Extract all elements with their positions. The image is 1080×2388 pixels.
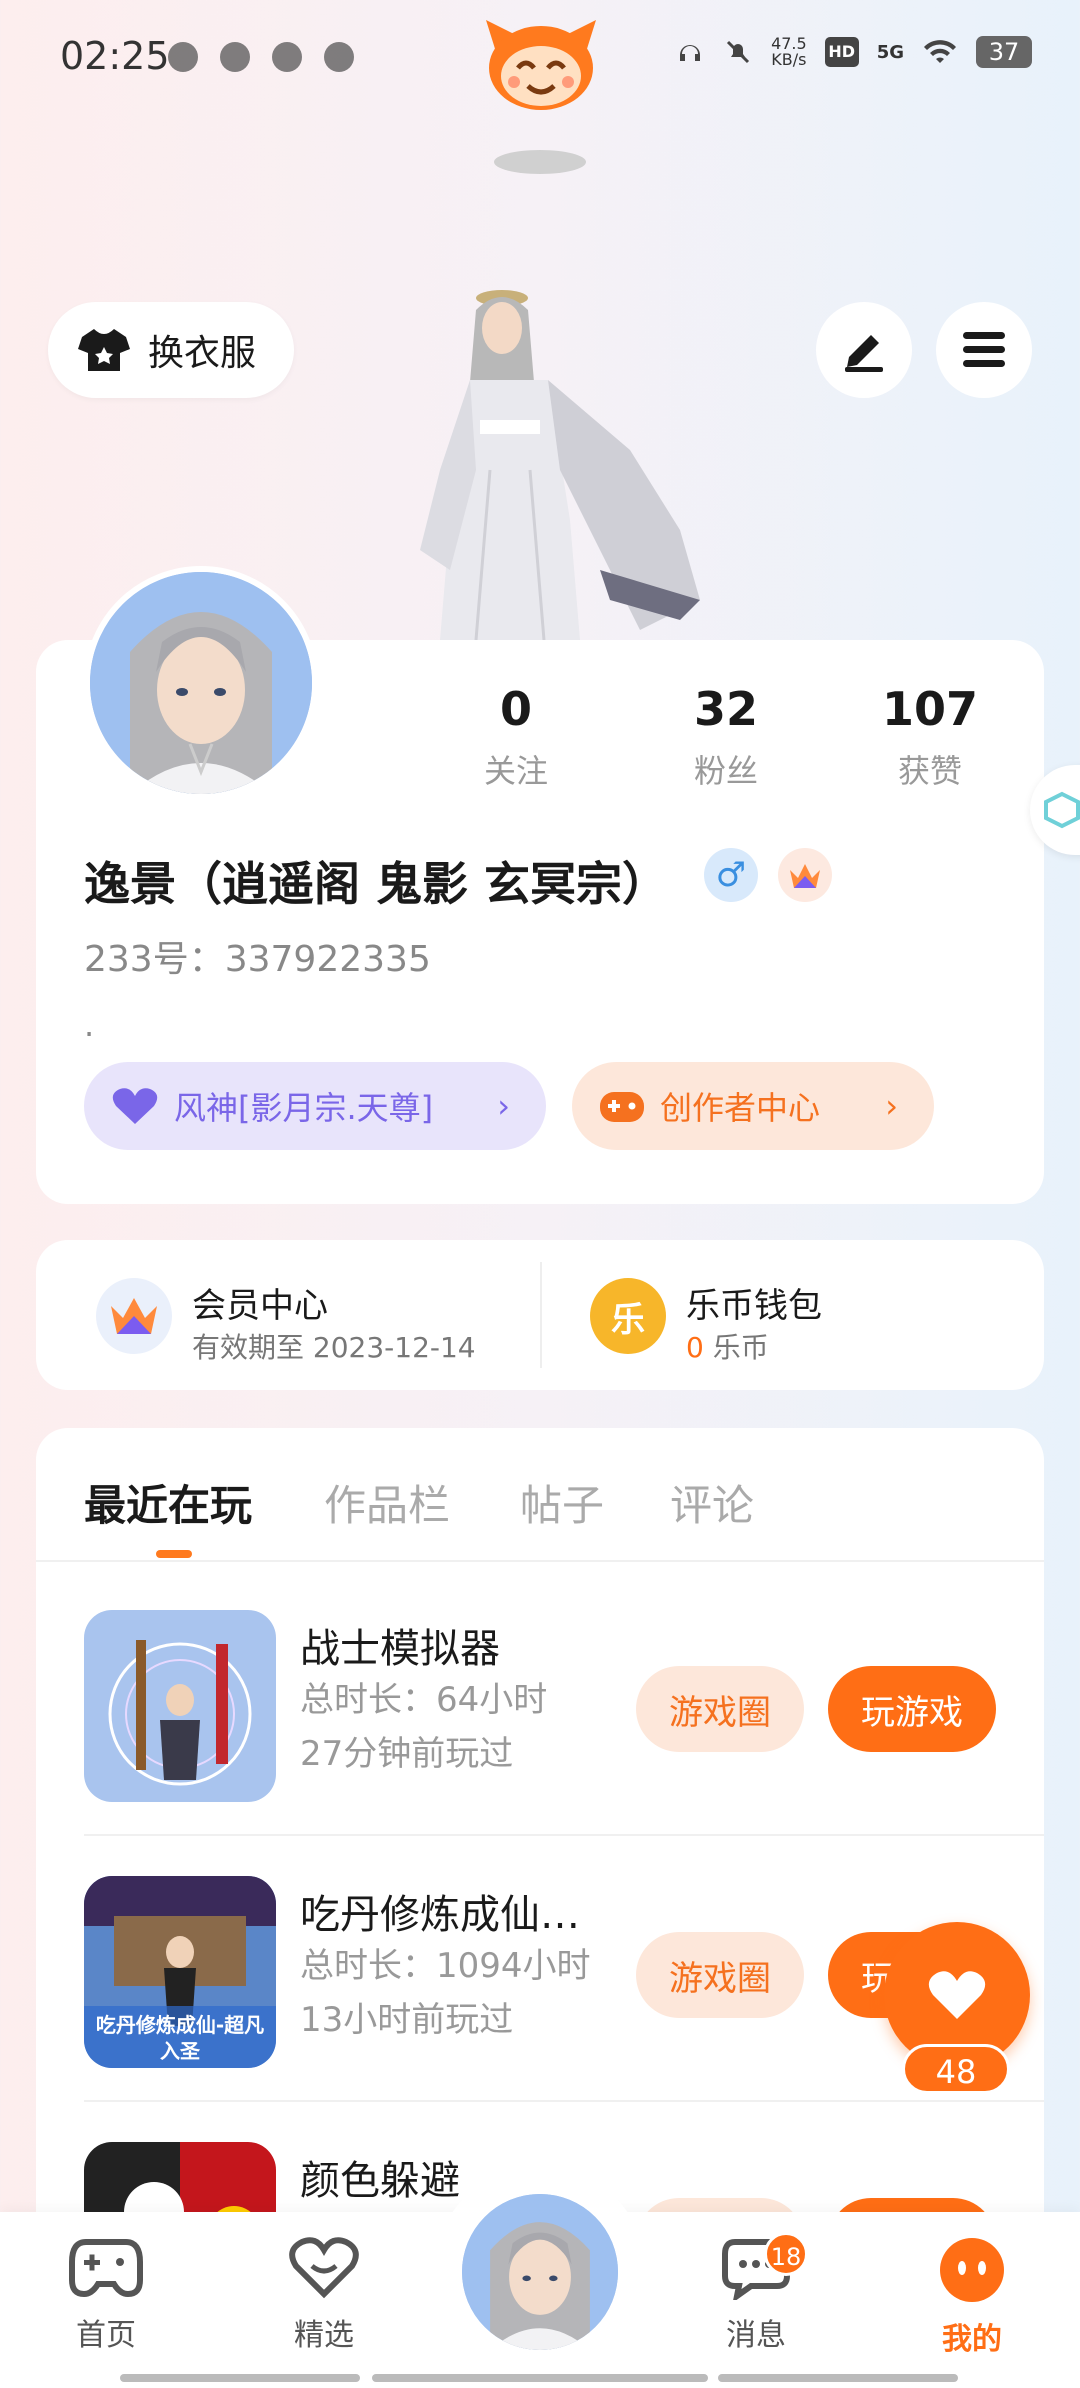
- sect-title-label: 风神[影月宗.天尊]: [174, 1089, 434, 1127]
- vip-center-icon[interactable]: [96, 1278, 172, 1354]
- nav-featured-label: 精选: [294, 2318, 354, 2353]
- creator-center-label: 创作者中心: [660, 1089, 821, 1127]
- member-divider: [540, 1262, 542, 1368]
- message-count-badge: 18: [764, 2232, 808, 2276]
- app-notification-icon: [272, 42, 302, 72]
- like-count: 48: [902, 2044, 1010, 2094]
- cube-icon: [1044, 791, 1080, 829]
- pen-icon: [845, 335, 883, 372]
- coin-icon[interactable]: 乐: [590, 1278, 666, 1354]
- gesture-bar-left: [120, 2374, 360, 2382]
- battery-icon: 37: [976, 36, 1032, 68]
- stat-following-value: 0: [499, 682, 532, 736]
- status-system-icons: 47.5 KB/s HD 5G 37: [675, 36, 1032, 68]
- menu-button[interactable]: [936, 302, 1032, 398]
- wallet-title[interactable]: 乐币钱包: [686, 1278, 822, 1327]
- nav-home[interactable]: 首页: [36, 2236, 176, 2354]
- nav-avatar-image: [462, 2194, 618, 2350]
- hd-icon: HD: [824, 37, 859, 67]
- signal-icon: 5G: [876, 41, 904, 63]
- status-notification-icons: [168, 42, 354, 72]
- profile-avatar[interactable]: [84, 566, 318, 800]
- stat-followers[interactable]: 32 粉丝: [646, 682, 806, 792]
- nav-me[interactable]: 我的: [902, 2236, 1042, 2358]
- mascot-face-icon: [940, 2238, 1004, 2302]
- play-game-button[interactable]: 玩游戏: [828, 1666, 996, 1752]
- tab-works[interactable]: 作品栏: [324, 1472, 450, 1533]
- tshirt-icon: [78, 329, 130, 371]
- game-thumbnail[interactable]: 吃丹修炼成仙-超凡入圣: [84, 1876, 276, 2068]
- vip-expiry: 有效期至 2023-12-14: [192, 1331, 476, 1364]
- stat-likes-value: 107: [881, 682, 979, 736]
- male-gender-icon: ♂: [704, 848, 758, 902]
- gamepad-icon: [600, 1092, 644, 1122]
- game-last-played: 13小时前玩过: [300, 2000, 514, 2040]
- change-outfit-button[interactable]: 换衣服: [48, 302, 294, 398]
- accessibility-icon: [220, 42, 250, 72]
- character-avatar-3d[interactable]: [380, 270, 720, 640]
- game-thumb-title: 吃丹修炼成仙-超凡入圣: [95, 2013, 265, 2063]
- tab-recent-play[interactable]: 最近在玩: [84, 1472, 252, 1533]
- chevron-right-icon: ›: [885, 1087, 898, 1125]
- sect-title-button[interactable]: 风神[影月宗.天尊] ›: [84, 1062, 546, 1150]
- game-thumbnail[interactable]: [84, 1610, 276, 1802]
- heart-icon: [928, 1971, 986, 2019]
- game-circle-button[interactable]: 游戏圈: [636, 1932, 804, 2018]
- gesture-bar-center: [372, 2374, 708, 2382]
- heart-icon: [112, 1088, 158, 1124]
- game-circle-button[interactable]: 游戏圈: [636, 1666, 804, 1752]
- change-outfit-label: 换衣服: [148, 333, 257, 374]
- nav-messages-label: 消息: [726, 2318, 786, 2353]
- stat-likes[interactable]: 107 获赞: [850, 682, 1010, 792]
- vip-center-title[interactable]: 会员中心: [192, 1278, 328, 1327]
- heart-outline-icon: [289, 2237, 359, 2299]
- gamepad-icon: [69, 2239, 143, 2298]
- wallet-amount: 0: [686, 1331, 704, 1364]
- nav-home-label: 首页: [76, 2318, 136, 2353]
- edit-profile-button[interactable]: [816, 302, 912, 398]
- nav-featured[interactable]: 精选: [254, 2236, 394, 2354]
- user-id: 233号：337922335: [84, 939, 431, 980]
- wallet-balance: 0 乐币: [686, 1326, 769, 1366]
- stat-likes-label: 获赞: [897, 752, 962, 790]
- user-bio: .: [84, 1006, 95, 1044]
- hamburger-icon: [963, 332, 1005, 367]
- game-last-played: 27分钟前玩过: [300, 1734, 514, 1774]
- game-row[interactable]: 战士模拟器 总时长：64小时 27分钟前玩过 游戏圈 玩游戏: [84, 1570, 1044, 1836]
- game-notification-icon: [324, 42, 354, 72]
- game-duration: 总时长：64小时: [300, 1680, 548, 1720]
- gesture-bar-right: [718, 2374, 958, 2382]
- game-duration: 总时长：1094小时: [300, 1946, 591, 1986]
- tab-indicator: [156, 1550, 192, 1558]
- creator-center-button[interactable]: 创作者中心 ›: [572, 1062, 934, 1150]
- chevron-right-icon: ›: [497, 1087, 510, 1125]
- wallet-unit: 乐币: [712, 1331, 769, 1364]
- tab-comments[interactable]: 评论: [670, 1472, 754, 1533]
- tab-posts[interactable]: 帖子: [520, 1472, 604, 1533]
- vip-crown-icon[interactable]: [778, 848, 832, 902]
- nav-avatar-button[interactable]: [456, 2188, 624, 2356]
- globe-icon: [168, 42, 198, 72]
- network-speed: 47.5 KB/s: [771, 34, 807, 69]
- stat-followers-value: 32: [693, 682, 758, 736]
- stat-following-label: 关注: [483, 752, 548, 790]
- username: 逸景（逍遥阁 鬼影 玄冥宗）: [84, 857, 669, 911]
- status-time: 02:25: [60, 34, 170, 78]
- stat-followers-label: 粉丝: [693, 752, 758, 790]
- headphones-icon: [680, 45, 701, 61]
- game-name: 吃丹修炼成仙…: [300, 1892, 580, 1938]
- game-name: 战士模拟器: [300, 1626, 500, 1672]
- mascot-icon[interactable]: [482, 14, 600, 114]
- profile-avatar-image: [90, 572, 312, 794]
- game-name: 颜色躲避: [300, 2158, 460, 2204]
- tab-divider: [36, 1560, 1044, 1562]
- mascot-shadow: [494, 150, 586, 174]
- wifi-icon: [924, 40, 956, 63]
- stat-following[interactable]: 0 关注: [436, 682, 596, 792]
- mute-icon: [727, 40, 750, 64]
- nav-me-label: 我的: [942, 2322, 1002, 2357]
